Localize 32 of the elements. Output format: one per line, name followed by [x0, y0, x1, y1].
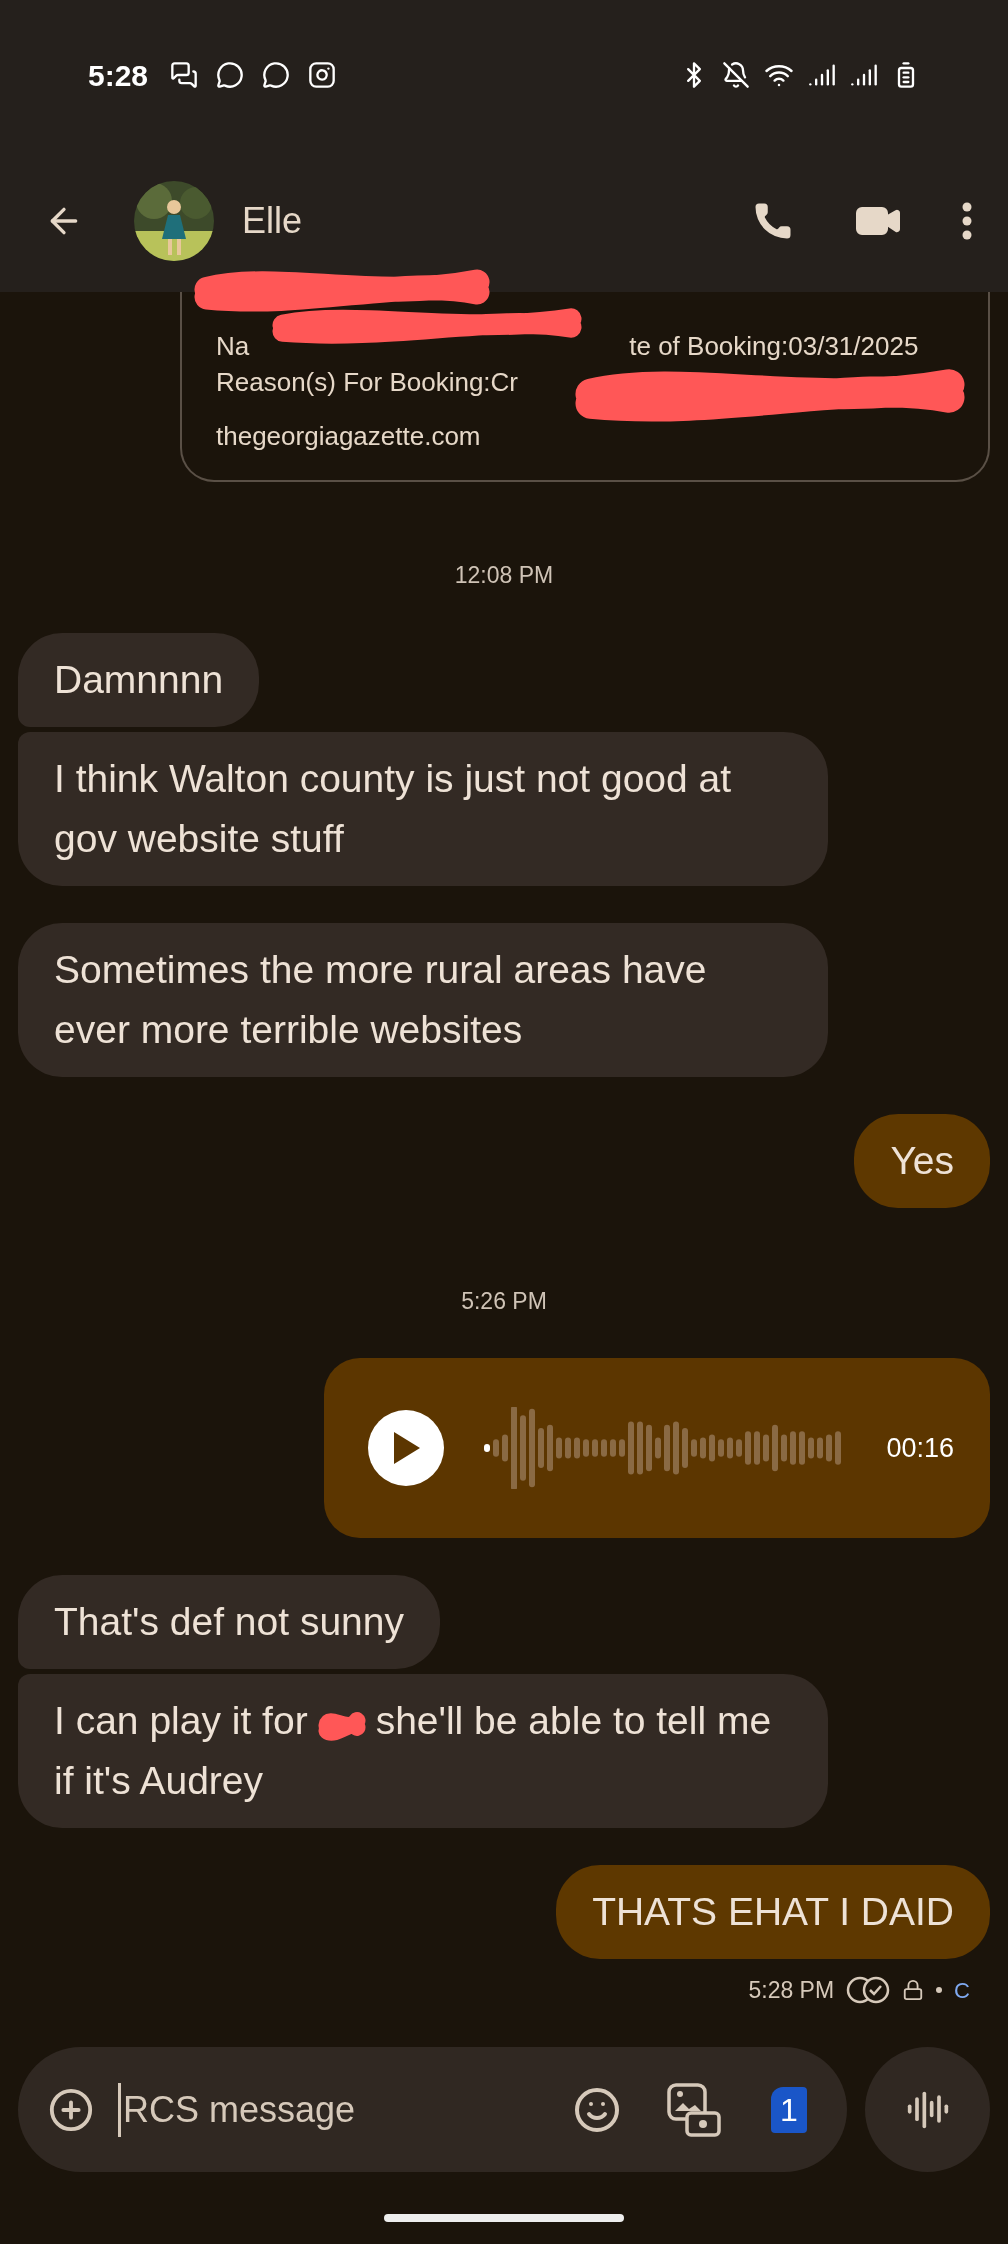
- received-message: That's def not sunny: [18, 1575, 440, 1669]
- instagram-icon: [308, 61, 337, 89]
- more-options-icon: [962, 202, 972, 240]
- sim-badge[interactable]: 1: [771, 2086, 807, 2133]
- sent-message: THATS EHAT I DAID: [556, 1865, 990, 1959]
- preview-domain: thegeorgiagazette.com: [216, 420, 481, 453]
- message-field[interactable]: RCS message: [118, 2082, 518, 2137]
- preview-text: Reason(s) For Booking:Cr: [216, 366, 518, 399]
- received-message: I think Walton county is just not good at gov website stuff: [18, 731, 828, 886]
- more-options-button[interactable]: [962, 202, 972, 240]
- clock-time: 5:28: [88, 57, 149, 94]
- preview-text: Na: [216, 330, 250, 363]
- received-message: Damnnnn: [18, 632, 260, 727]
- read-receipt-icon: [846, 1976, 891, 2005]
- message-input-bar[interactable]: RCS message 1: [18, 2047, 847, 2172]
- voice-duration: 00:16: [886, 1431, 954, 1465]
- preview-text: te of Booking:03/31/2025: [629, 330, 919, 363]
- sent-message: Yes: [854, 1113, 990, 1208]
- received-message: I can play it for she'll be able to tell me if it's Audrey: [18, 1674, 828, 1828]
- gallery-camera-icon[interactable]: [667, 2082, 721, 2137]
- lock-icon: [902, 1979, 925, 2002]
- received-message: Sometimes the more rural areas have ever more terrible websites: [18, 922, 828, 1077]
- mute-icon: [722, 61, 750, 89]
- message-timestamp: 12:08 PM: [454, 561, 554, 590]
- emoji-icon[interactable]: [573, 2085, 621, 2134]
- chat-bubbles-icon: [170, 61, 199, 89]
- network-label: C: [954, 1976, 970, 2005]
- add-icon[interactable]: [48, 2086, 94, 2133]
- play-icon: [392, 1432, 420, 1464]
- contact-name: Elle: [242, 199, 303, 243]
- sent-time: 5:28 PM: [748, 1976, 835, 2005]
- message-timestamp: 5:26 PM: [461, 1286, 547, 1316]
